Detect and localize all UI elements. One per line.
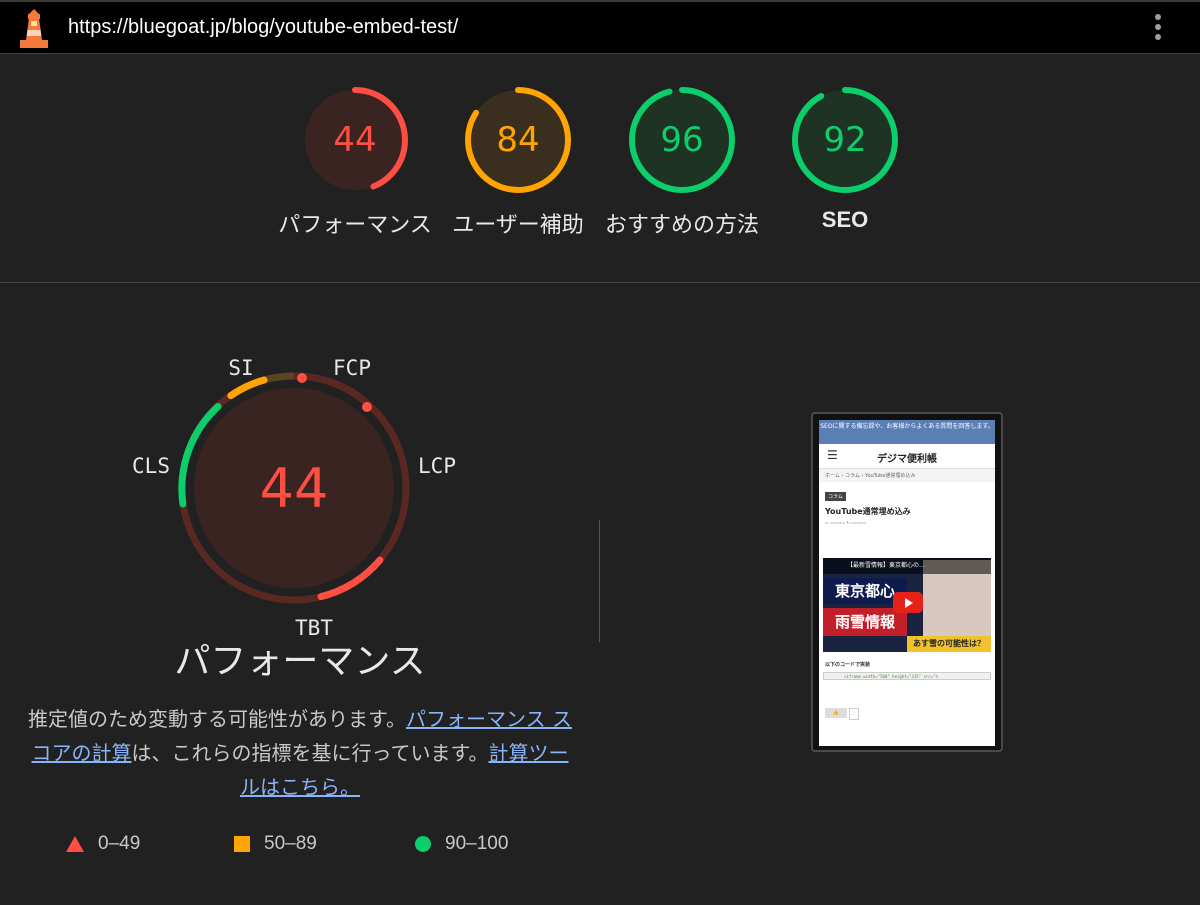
thumbs-up-icon: 👍: [825, 708, 847, 718]
section-divider: [599, 520, 600, 642]
video-text-3: あす雪の可能性は？: [907, 636, 991, 652]
gauge-performance[interactable]: 44 パフォーマンス: [260, 85, 450, 239]
legend-average: 50–89: [234, 828, 317, 860]
score-ring: 84: [465, 87, 571, 193]
final-screenshot[interactable]: SEOに関する備忘録や、お客様からよくある質問を回答します。 ☰ デジマ便利帳 …: [811, 412, 1003, 752]
thumb-like-count: 0: [849, 708, 859, 720]
thumb-banner: SEOに関する備忘録や、お客様からよくある質問を回答します。: [819, 420, 995, 444]
thumb-post-title: YouTube通常埋め込み: [825, 507, 911, 516]
performance-description: 推定値のため変動する可能性があります。パフォーマンス スコアの計算は、これらの指…: [22, 702, 578, 804]
thumb-dates: ▭ ▭▭▭▭ ↻ ▭▭▭▭: [825, 520, 867, 525]
metric-label-si: SI: [228, 356, 253, 380]
score-ring: 44: [302, 87, 408, 193]
thumb-video: 東京都心 雨雪情報 あす雪の可能性は？ 【最新雪情報】東京都心の…: [823, 558, 991, 652]
lcp-dot: [362, 402, 372, 412]
score-value: 84: [496, 120, 539, 160]
lighthouse-logo-icon: [20, 9, 48, 48]
category-label: おすすめの方法: [604, 213, 759, 238]
metric-label-fcp: FCP: [333, 356, 371, 380]
score-value: 44: [333, 120, 376, 160]
score-value: 92: [823, 120, 866, 160]
metric-label-lcp: LCP: [418, 454, 456, 478]
category-label: パフォーマンス: [278, 213, 432, 238]
thumb-code: <iframe width="560" height="315" src="h: [823, 672, 991, 680]
gauge-seo[interactable]: 92 SEO: [750, 85, 940, 233]
desc-text: 推定値のため変動する可能性があります。: [28, 707, 407, 731]
thumb-breadcrumb: ホーム › コラム › YouTube通常埋め込み: [819, 469, 995, 482]
video-header: 【最新雪情報】東京都心の…: [823, 558, 991, 574]
performance-score-value: 44: [260, 457, 329, 520]
desc-text: は、これらの指標を基に行っています。: [131, 741, 489, 765]
report-topbar: https://bluegoat.jp/blog/youtube-embed-t…: [0, 0, 1200, 54]
legend-range: 0–49: [98, 833, 141, 854]
youtube-play-icon: [893, 592, 923, 613]
legend-range: 50–89: [264, 833, 317, 854]
score-ring: 96: [629, 87, 735, 193]
gauge-accessibility[interactable]: 84 ユーザー補助: [423, 85, 613, 239]
more-options-icon[interactable]: [1148, 14, 1168, 46]
category-label: ユーザー補助: [452, 213, 584, 238]
category-label: SEO: [821, 207, 869, 232]
thumb-code-label: 以下のコードで実装: [825, 662, 871, 668]
triangle-icon: [66, 835, 84, 852]
performance-title: パフォーマンス: [174, 641, 426, 682]
score-value: 96: [660, 120, 703, 160]
page-url[interactable]: https://bluegoat.jp/blog/youtube-embed-t…: [68, 16, 458, 39]
arc-si-fill: [227, 376, 268, 400]
fcp-dot: [297, 373, 307, 383]
legend-pass: 90–100: [415, 828, 508, 860]
metric-label-cls: CLS: [132, 454, 170, 478]
performance-metrics-gauge: SI FCP LCP CLS TBT 44: [132, 356, 456, 640]
legend-fail: 0–49: [66, 828, 140, 860]
thumb-site-name: デジマ便利帳: [877, 454, 937, 465]
gauge-best-practices[interactable]: 96 おすすめの方法: [587, 85, 777, 239]
thumb-tag: コラム: [825, 492, 846, 501]
legend-range: 90–100: [445, 833, 509, 854]
square-icon: [234, 835, 250, 852]
category-summary: 44 パフォーマンス 84 ユーザー補助 96 おすすめの方法 92 SEO: [0, 55, 1200, 283]
score-ring: 92: [792, 87, 898, 193]
screenshot-page: SEOに関する備忘録や、お客様からよくある質問を回答します。 ☰ デジマ便利帳 …: [819, 420, 995, 746]
circle-icon: [415, 835, 431, 852]
score-legend: 0–49 50–89 90–100: [60, 828, 580, 860]
thumb-header: ☰ デジマ便利帳: [819, 444, 995, 469]
